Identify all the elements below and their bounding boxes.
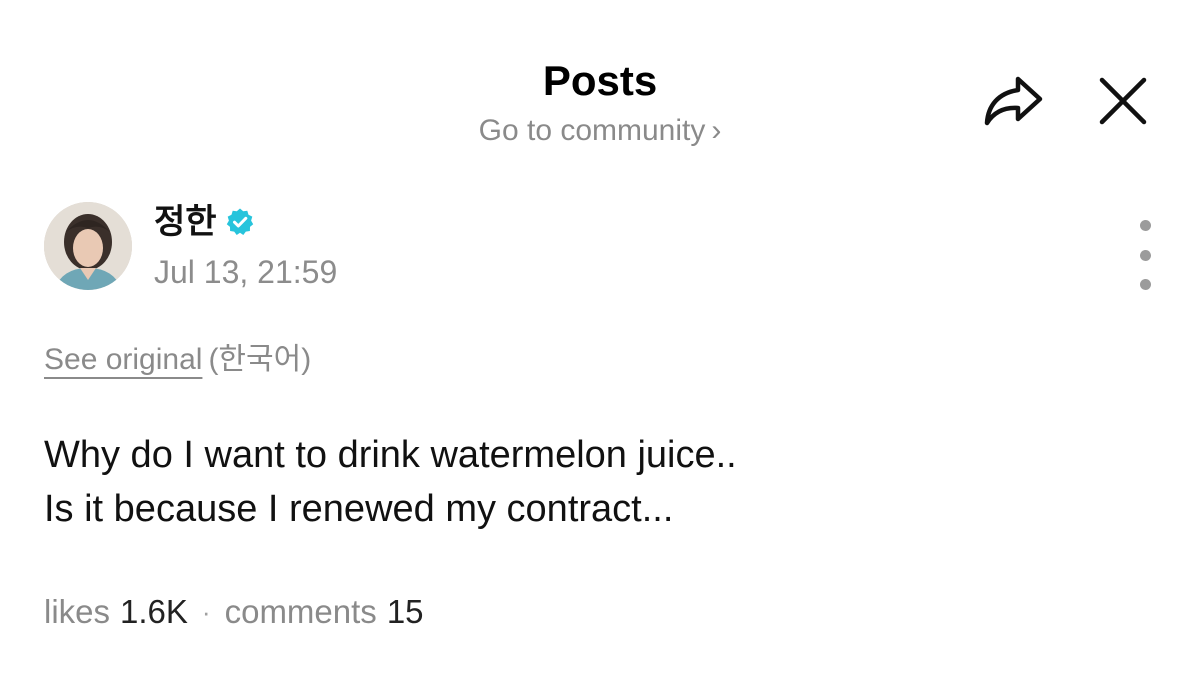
go-to-community-label: Go to community — [478, 114, 706, 147]
post-header: Posts Go to community › — [0, 0, 1200, 175]
comments-count[interactable]: 15 — [387, 590, 424, 634]
post-body-line: Is it because I renewed my contract... — [44, 488, 674, 530]
chevron-right-icon: › — [711, 114, 722, 147]
comments-label[interactable]: comments — [225, 590, 377, 634]
avatar[interactable] — [44, 202, 132, 290]
close-button[interactable] — [1088, 66, 1158, 136]
more-options-button[interactable] — [1125, 220, 1165, 290]
translation-note: See original (한국어) — [44, 340, 311, 380]
avatar-photo — [44, 202, 132, 290]
vertical-ellipsis-icon — [1139, 220, 1151, 231]
author-name: 정한 — [154, 203, 217, 241]
stats-separator: · — [201, 597, 211, 627]
post-author: 정한 Jul 13, 21:59 — [44, 200, 1164, 300]
post-body-line: Why do I want to drink watermelon juice.… — [44, 434, 737, 476]
post-stats: likes 1.6K · comments 15 — [44, 590, 424, 634]
vertical-ellipsis-icon — [1139, 279, 1151, 290]
author-name-row[interactable]: 정한 — [154, 200, 255, 244]
vertical-ellipsis-icon — [1139, 249, 1151, 261]
share-arrow-icon — [984, 76, 1043, 126]
likes-label[interactable]: likes — [44, 590, 110, 634]
post-timestamp: Jul 13, 21:59 — [154, 254, 338, 290]
verified-badge-icon — [226, 208, 253, 235]
original-language: (한국어) — [208, 343, 312, 376]
share-button[interactable] — [978, 66, 1048, 136]
close-icon — [1099, 77, 1147, 125]
post-body: Why do I want to drink watermelon juice.… — [44, 428, 1144, 536]
see-original-link[interactable]: See original — [44, 343, 202, 376]
likes-count[interactable]: 1.6K — [120, 590, 188, 634]
